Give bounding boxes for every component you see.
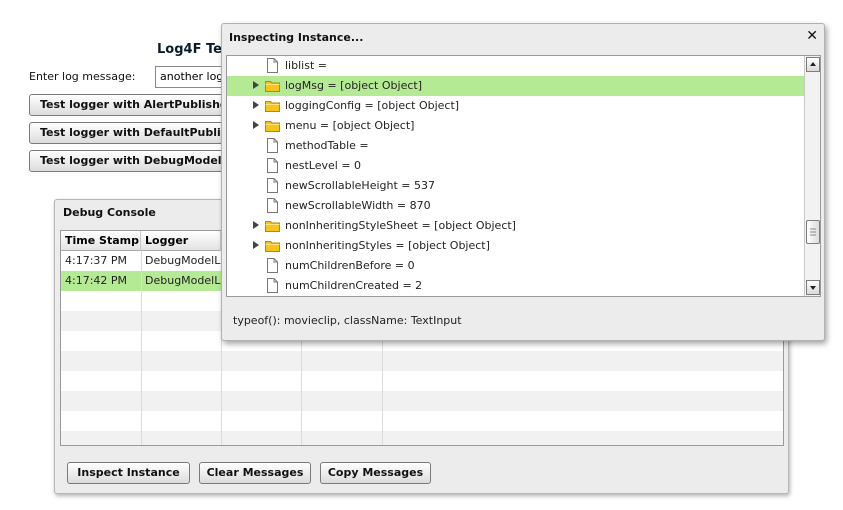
tree-item-label: nonInheritingStyles = [object Object] (285, 239, 490, 252)
arrow-right-icon[interactable] (252, 220, 260, 233)
arrow-right-icon[interactable] (252, 100, 260, 113)
document-icon (267, 178, 278, 196)
empty-table-row[interactable] (61, 431, 783, 445)
cell-logger: DebugModelL (145, 254, 221, 267)
document-icon (267, 198, 278, 216)
tree-item[interactable]: logMsg = [object Object] (227, 76, 805, 96)
tree-item[interactable]: liblist = (227, 56, 805, 76)
tree-item-label: liblist = (285, 59, 327, 72)
tree-item-label: nestLevel = 0 (285, 159, 362, 172)
debug-model-publisher-button[interactable]: Test logger with DebugModelPublisher (29, 150, 239, 172)
vertical-scrollbar[interactable] (804, 56, 820, 296)
folder-icon (265, 120, 280, 135)
arrow-right-icon[interactable] (252, 120, 260, 133)
empty-table-row[interactable] (61, 391, 783, 411)
tree-item-label: methodTable = (285, 139, 369, 152)
tree-item-label: menu = [object Object] (285, 119, 415, 132)
column-header-logger[interactable]: Logger (141, 231, 221, 251)
tree-item[interactable]: nonInheritingStyles = [object Object] (227, 236, 805, 256)
alert-publisher-button[interactable]: Test logger with AlertPublisher (29, 94, 239, 116)
tree-item[interactable]: methodTable = (227, 136, 805, 156)
debug-console-title: Debug Console (63, 206, 156, 219)
tree-item[interactable]: numChildrenBefore = 0 (227, 256, 805, 276)
cell-timestamp: 4:17:42 PM (65, 274, 128, 287)
folder-icon (265, 240, 280, 255)
empty-table-row[interactable] (61, 411, 783, 431)
tree-item[interactable]: newScrollableWidth = 870 (227, 196, 805, 216)
cell-timestamp: 4:17:37 PM (65, 254, 128, 267)
scroll-up-arrow-icon[interactable] (806, 57, 820, 72)
tree-item[interactable]: loggingConfig = [object Object] (227, 96, 805, 116)
tree-item-label: numChildrenCreated = 2 (285, 279, 423, 292)
arrow-right-icon[interactable] (252, 80, 260, 93)
document-icon (267, 158, 278, 176)
tree-item-label: loggingConfig = [object Object] (285, 99, 460, 112)
tree-item-label: numChildrenBefore = 0 (285, 259, 415, 272)
document-icon (267, 138, 278, 156)
tree-item-label: nonInheritingStyleSheet = [object Object… (285, 219, 516, 232)
tree-item[interactable]: menu = [object Object] (227, 116, 805, 136)
inspect-instance-window: Inspecting Instance... ✕ liblist = logMsg… (221, 23, 825, 341)
clear-messages-button[interactable]: Clear Messages (199, 462, 311, 484)
document-icon (267, 258, 278, 276)
empty-table-row[interactable] (61, 371, 783, 391)
inspector-status: typeof(): movieclip, className: TextInpu… (233, 314, 462, 327)
tree-item-label: logMsg = [object Object] (285, 79, 422, 92)
inspect-instance-button[interactable]: Inspect Instance (67, 462, 190, 484)
folder-icon (265, 220, 280, 235)
tree-item-label: newScrollableWidth = 870 (285, 199, 431, 212)
tree-item[interactable]: numChildrenCreated = 2 (227, 276, 805, 296)
empty-table-row[interactable] (61, 351, 783, 371)
folder-icon (265, 100, 280, 115)
document-icon (267, 278, 278, 296)
document-icon (267, 58, 278, 76)
log-message-label: Enter log message: (29, 70, 136, 83)
tree-item[interactable]: nonInheritingStyleSheet = [object Object… (227, 216, 805, 236)
scroll-thumb[interactable] (806, 220, 820, 244)
inspector-title: Inspecting Instance... (229, 31, 364, 44)
tree-item[interactable]: newScrollableHeight = 537 (227, 176, 805, 196)
tree-item[interactable]: nestLevel = 0 (227, 156, 805, 176)
close-icon[interactable]: ✕ (806, 28, 818, 44)
arrow-right-icon[interactable] (252, 240, 260, 253)
folder-icon (265, 80, 280, 95)
scroll-down-arrow-icon[interactable] (806, 280, 820, 295)
tree-item-label: newScrollableHeight = 537 (285, 179, 436, 192)
column-header-timestamp[interactable]: Time Stamp (61, 231, 141, 251)
copy-messages-button[interactable]: Copy Messages (320, 462, 431, 484)
default-publisher-button[interactable]: Test logger with DefaultPublisher (29, 122, 239, 144)
cell-logger: DebugModelL (145, 274, 221, 287)
property-tree: liblist = logMsg = [object Object] logging… (226, 55, 821, 297)
